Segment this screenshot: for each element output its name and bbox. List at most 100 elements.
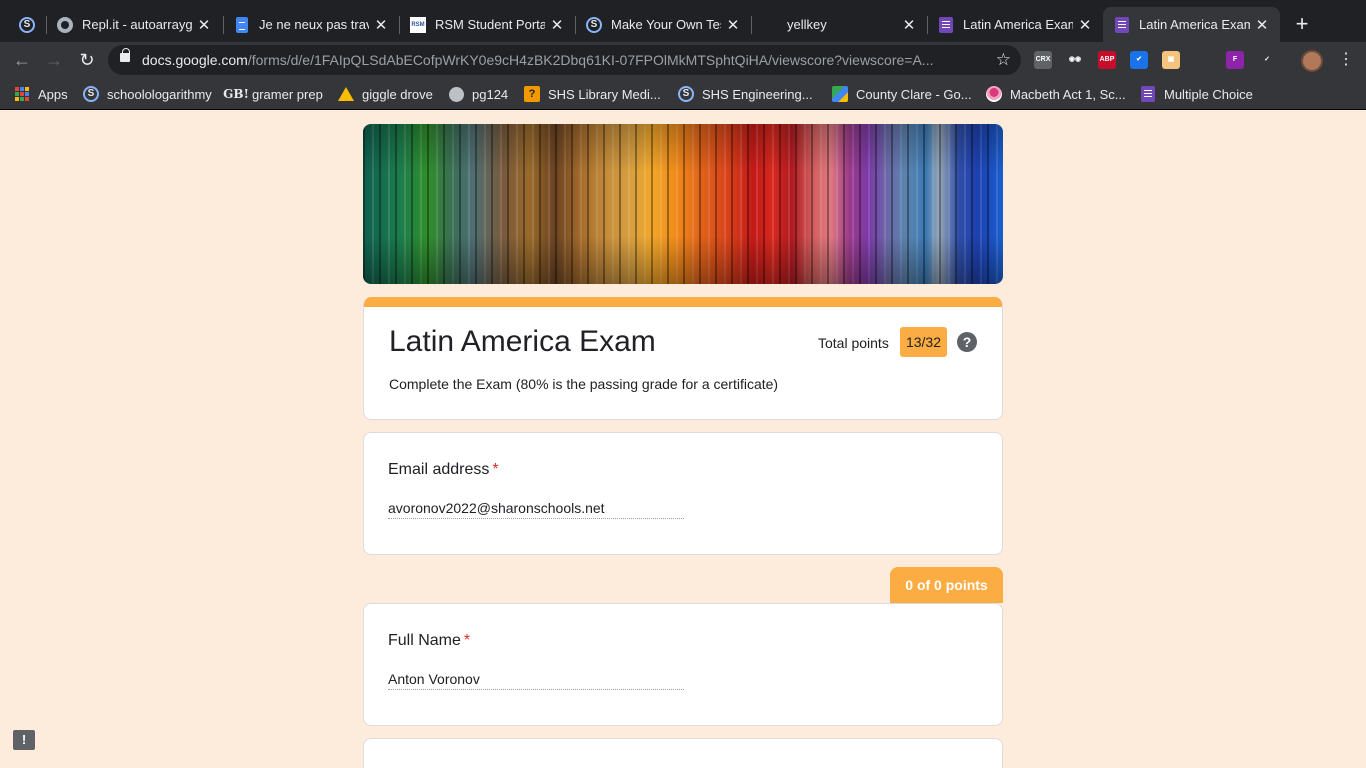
full-name-answer: Anton Voronov xyxy=(388,671,684,690)
maps-icon xyxy=(832,86,848,102)
tab-title: Latin America Exam xyxy=(963,17,1073,32)
docs-icon xyxy=(234,16,250,33)
close-icon[interactable]: ✕ xyxy=(196,16,212,34)
close-icon[interactable]: ✕ xyxy=(549,16,565,34)
points-tab: 0 of 0 points xyxy=(890,567,1003,603)
tab-rsm[interactable]: RSM RSM Student Portal ✕ xyxy=(399,7,575,42)
required-marker: * xyxy=(463,632,471,649)
browser-toolbar: ← → ↻ docs.google.com/forms/d/e/1FAIpQLS… xyxy=(0,42,1366,78)
question-card-email: Email address * avoronov2022@sharonschool… xyxy=(363,432,1003,555)
tab-docs[interactable]: Je ne neux pas travailler ✕ xyxy=(223,7,399,42)
form-title: Latin America Exam xyxy=(389,325,656,358)
bookmark-label: giggle drove xyxy=(362,86,433,102)
close-icon[interactable]: ✕ xyxy=(1254,16,1270,34)
abp-icon[interactable]: ABP xyxy=(1098,51,1116,69)
bookmark-label: SHS Library Medi... xyxy=(548,86,661,102)
header-banner-image xyxy=(363,124,1003,284)
macbeth-icon xyxy=(986,86,1002,102)
bookmark-star-icon[interactable]: ☆ xyxy=(996,50,1011,70)
bookmark-schoolologarithmy[interactable]: S schoolologarithmy xyxy=(83,85,212,103)
chrome-menu-icon[interactable]: ⋮ xyxy=(1338,51,1354,69)
crx-icon[interactable]: CRX xyxy=(1034,51,1052,69)
banner-shade xyxy=(363,124,1003,284)
forward-button[interactable]: → xyxy=(42,48,66,72)
bookmark-county-clare[interactable]: County Clare - Go... xyxy=(832,85,972,103)
close-icon[interactable]: ✕ xyxy=(1077,16,1093,34)
blank-favicon xyxy=(762,17,778,33)
bookmark-shs-engineering[interactable]: S SHS Engineering... xyxy=(678,85,813,103)
tab-schoology-pinned[interactable]: S xyxy=(8,7,46,42)
tab-make-test[interactable]: S Make Your Own Test ✕ xyxy=(575,7,751,42)
blank-ext-icon[interactable] xyxy=(1194,51,1212,69)
feedback-icon[interactable]: ! xyxy=(13,730,35,750)
replit-icon xyxy=(57,16,73,33)
bookmark-pg124[interactable]: pg124 xyxy=(448,85,508,103)
tab-latin-exam-active[interactable]: Latin America Exam ✕ xyxy=(1103,7,1280,42)
tab-title: Je ne neux pas travailler xyxy=(259,17,369,32)
bookmark-label: pg124 xyxy=(472,86,509,102)
back-button[interactable]: ← xyxy=(10,48,34,72)
tab-replit[interactable]: Repl.it - autoarraygen ✕ xyxy=(46,7,222,42)
question-label: Email address * xyxy=(388,461,499,478)
tab-title: Make Your Own Test xyxy=(611,17,721,32)
reload-button[interactable]: ↻ xyxy=(75,48,99,72)
rainbow-ext-icon[interactable]: F xyxy=(1226,51,1244,69)
close-icon[interactable]: ✕ xyxy=(373,16,389,34)
bookmark-label: County Clare - Go... xyxy=(856,86,972,102)
drive-icon xyxy=(338,86,354,102)
tab-title: RSM Student Portal xyxy=(435,17,545,32)
bookmark-shs-library[interactable]: ? SHS Library Medi... xyxy=(524,85,661,103)
question-label: Full Name * xyxy=(388,632,471,649)
box-ext-icon[interactable]: ▣ xyxy=(1162,51,1180,69)
red-ext-icon[interactable]: ✓ xyxy=(1258,51,1276,69)
help-icon[interactable]: ? xyxy=(957,332,977,352)
bookmark-macbeth[interactable]: Macbeth Act 1, Sc... xyxy=(986,85,1126,103)
globe-icon xyxy=(448,86,464,102)
tab-title: yellkey xyxy=(787,17,827,32)
close-icon[interactable]: ✕ xyxy=(901,16,917,34)
gb-icon: GB! xyxy=(223,87,249,101)
forms-icon xyxy=(938,16,954,33)
email-answer: avoronov2022@sharonschools.net xyxy=(388,500,684,519)
new-tab-button[interactable]: + xyxy=(1290,13,1314,37)
question-card-name: Full Name * Anton Voronov xyxy=(363,603,1003,726)
form-description: Complete the Exam (80% is the passing gr… xyxy=(389,376,779,392)
schoology-icon: S xyxy=(586,16,602,33)
bookmark-multiple-choice[interactable]: Multiple Choice xyxy=(1140,85,1253,103)
bookmark-label: Macbeth Act 1, Sc... xyxy=(1010,86,1126,102)
required-marker: * xyxy=(492,461,499,478)
form-header-card: Latin America Exam Total points 13/32 ? … xyxy=(363,297,1003,420)
bookmarks-bar: Apps S schoolologarithmy GB! gramer prep… xyxy=(0,78,1366,110)
tab-title: Repl.it - autoarraygen xyxy=(82,17,192,32)
question-card-next xyxy=(363,738,1003,768)
forms-icon xyxy=(1114,16,1130,33)
bookmark-gramer-prep[interactable]: GB! gramer prep xyxy=(223,85,323,103)
check-ext-icon[interactable]: ✔ xyxy=(1130,51,1148,69)
tab-yellkey[interactable]: yellkey ✕ xyxy=(751,7,927,42)
bookmark-apps[interactable]: Apps xyxy=(14,85,68,103)
bookmark-label: Multiple Choice xyxy=(1164,86,1253,102)
schoology-icon: S xyxy=(19,16,35,33)
bookmark-label: SHS Engineering... xyxy=(702,86,813,102)
lock-icon xyxy=(120,48,130,62)
forms-icon xyxy=(1140,86,1156,102)
url-text[interactable]: docs.google.com/forms/d/e/1FAIpQLSdAbECo… xyxy=(142,52,982,68)
bookmark-label: Apps xyxy=(38,86,68,102)
accent-bar xyxy=(364,297,1002,307)
bookmark-label: gramer prep xyxy=(252,86,323,102)
apps-icon xyxy=(14,86,30,102)
tab-title: Latin America Exam xyxy=(1139,17,1250,32)
close-icon[interactable]: ✕ xyxy=(725,16,741,34)
library-icon: ? xyxy=(524,86,540,102)
tab-latin-exam[interactable]: Latin America Exam ✕ xyxy=(927,7,1103,42)
score-badge: 13/32 xyxy=(900,327,947,357)
total-points-label: Total points xyxy=(818,335,889,351)
url-path: /forms/d/e/1FAIpQLSdAbECofpWrKY0e9cH4zBK… xyxy=(247,52,934,68)
address-bar[interactable]: docs.google.com/forms/d/e/1FAIpQLSdAbECo… xyxy=(108,45,1021,75)
schoology-icon: S xyxy=(678,86,694,102)
page-content: Latin America Exam Total points 13/32 ? … xyxy=(0,111,1366,768)
bookmark-giggle-drove[interactable]: giggle drove xyxy=(338,85,433,103)
owl-icon[interactable]: ◉◉ xyxy=(1066,51,1084,69)
tab-strip: S Repl.it - autoarraygen ✕ Je ne neux pa… xyxy=(0,0,1366,42)
profile-avatar[interactable] xyxy=(1301,50,1323,72)
